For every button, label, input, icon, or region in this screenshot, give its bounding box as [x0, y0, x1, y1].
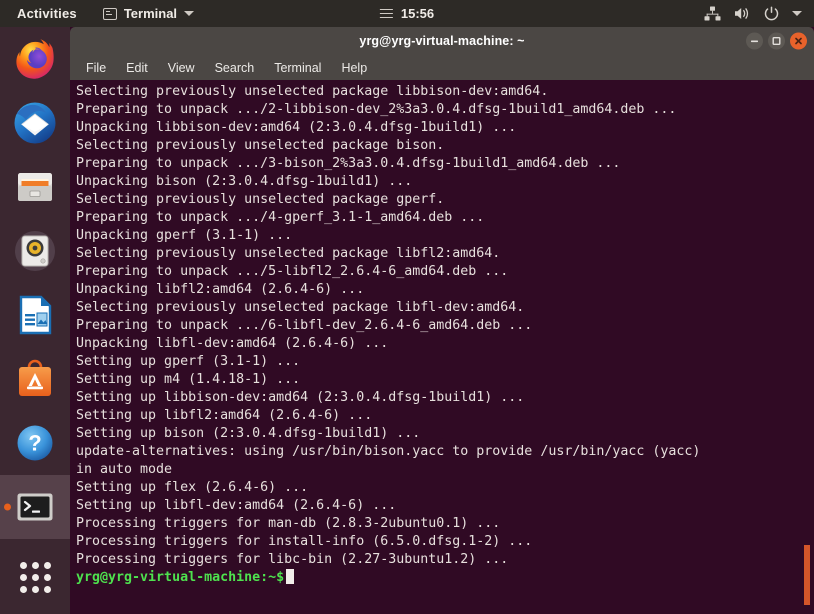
- app-indicator-label: Terminal: [123, 6, 178, 21]
- terminal-line: Selecting previously unselected package …: [76, 246, 501, 261]
- terminal-line: Unpacking libfl-dev:amd64 (2.6.4-6) ...: [76, 336, 389, 351]
- minimize-button[interactable]: [746, 32, 763, 50]
- terminal-line: Preparing to unpack .../5-libfl2_2.6.4-6…: [76, 264, 509, 279]
- terminal-line: in auto mode: [76, 462, 173, 477]
- terminal-line: Selecting previously unselected package …: [76, 84, 549, 99]
- menu-view[interactable]: View: [164, 59, 199, 77]
- help-question-icon: ?: [17, 425, 53, 461]
- terminal-line: Unpacking gperf (3.1-1) ...: [76, 228, 293, 243]
- document-writer-icon: [19, 295, 52, 335]
- firefox-icon: [16, 39, 54, 79]
- activities-button[interactable]: Activities: [17, 6, 77, 21]
- power-icon[interactable]: [764, 6, 779, 21]
- app-grid-icon: [17, 559, 53, 595]
- dock-item-libreoffice[interactable]: [0, 283, 70, 347]
- svg-text:?: ?: [28, 431, 41, 456]
- terminal-prompt-line[interactable]: yrg@yrg-virtual-machine:~$: [76, 569, 796, 587]
- dock-item-rhythmbox[interactable]: [0, 219, 70, 283]
- terminal-line: Unpacking bison (2:3.0.4.dfsg-1build1) .…: [76, 174, 413, 189]
- shell-prompt: yrg@yrg-virtual-machine:~$: [76, 570, 285, 585]
- terminal-line: Preparing to unpack .../4-gperf_3.1-1_am…: [76, 210, 485, 225]
- clock-menu-button[interactable]: 15:56: [379, 6, 435, 21]
- terminal-line: Processing triggers for libc-bin (2.27-3…: [76, 552, 509, 567]
- terminal-line: Selecting previously unselected package …: [76, 300, 525, 315]
- music-player-icon: [15, 231, 55, 271]
- scrollbar-thumb[interactable]: [804, 545, 810, 605]
- software-bag-icon: [19, 359, 51, 396]
- menu-search[interactable]: Search: [211, 59, 259, 77]
- terminal-line: Setting up m4 (1.4.18-1) ...: [76, 372, 301, 387]
- terminal-window: yrg@yrg-virtual-machine: ~ File Edit Vie…: [70, 27, 814, 614]
- terminal-menubar: File Edit View Search Terminal Help: [70, 55, 814, 80]
- terminal-line: Preparing to unpack .../2-libbison-dev_2…: [76, 102, 677, 117]
- terminal-text: Selecting previously unselected package …: [76, 83, 796, 587]
- running-indicator: [4, 503, 11, 511]
- maximize-button[interactable]: [768, 32, 785, 50]
- terminal-line: Unpacking libbison-dev:amd64 (2:3.0.4.df…: [76, 120, 517, 135]
- system-status-area[interactable]: [704, 6, 802, 21]
- terminal-line: Setting up libbison-dev:amd64 (2:3.0.4.d…: [76, 390, 525, 405]
- network-workgroup-icon[interactable]: [704, 6, 721, 21]
- terminal-line: Processing triggers for install-info (6.…: [76, 534, 533, 549]
- activities-label: Activities: [17, 6, 77, 21]
- chevron-down-icon[interactable]: [792, 11, 802, 16]
- terminal-line: Selecting previously unselected package …: [76, 138, 445, 153]
- dock-item-help[interactable]: ?: [0, 411, 70, 475]
- terminal-line: Selecting previously unselected package …: [76, 192, 445, 207]
- clock-time: 15:56: [400, 6, 435, 21]
- terminal-line: update-alternatives: using /usr/bin/biso…: [76, 444, 701, 459]
- dock-item-terminal[interactable]: [0, 475, 70, 539]
- terminal-line: Preparing to unpack .../3-bison_2%3a3.0.…: [76, 156, 621, 171]
- show-applications-button[interactable]: [0, 545, 70, 609]
- menu-help[interactable]: Help: [337, 59, 371, 77]
- file-manager-icon: [18, 173, 52, 201]
- dock-item-ubuntu-software[interactable]: [0, 347, 70, 411]
- terminal-line: Setting up libfl2:amd64 (2.6.4-6) ...: [76, 408, 373, 423]
- window-controls: [746, 32, 807, 50]
- thunderbird-icon: [14, 102, 56, 144]
- terminal-line: Setting up flex (2.6.4-6) ...: [76, 480, 309, 495]
- menu-edit[interactable]: Edit: [122, 59, 152, 77]
- dock-item-files[interactable]: [0, 155, 70, 219]
- terminal-line: Preparing to unpack .../6-libfl-dev_2.6.…: [76, 318, 533, 333]
- terminal-icon: [17, 493, 53, 521]
- terminal-line: Processing triggers for man-db (2.8.3-2u…: [76, 516, 501, 531]
- desktop-screen: Activities Terminal 15:56 ? yrg@yrg-virt…: [0, 0, 814, 614]
- window-title: yrg@yrg-virtual-machine: ~: [359, 34, 525, 48]
- terminal-line: Setting up bison (2:3.0.4.dfsg-1build1) …: [76, 426, 421, 441]
- terminal-icon: [102, 7, 117, 20]
- window-titlebar[interactable]: yrg@yrg-virtual-machine: ~: [70, 27, 814, 55]
- hamburger-icon: [379, 8, 393, 19]
- terminal-output-area[interactable]: Selecting previously unselected package …: [70, 80, 814, 614]
- terminal-line: Unpacking libfl2:amd64 (2.6.4-6) ...: [76, 282, 365, 297]
- dock-item-firefox[interactable]: [0, 27, 70, 91]
- ubuntu-dock: ?: [0, 27, 70, 614]
- volume-speaker-icon[interactable]: [734, 6, 751, 21]
- menu-file[interactable]: File: [82, 59, 110, 77]
- terminal-line: Setting up gperf (3.1-1) ...: [76, 354, 301, 369]
- app-indicator-terminal[interactable]: Terminal: [102, 6, 195, 21]
- terminal-scrollbar[interactable]: [800, 80, 814, 614]
- gnome-top-bar: Activities Terminal 15:56: [0, 0, 814, 27]
- text-cursor: [286, 569, 295, 584]
- dock-item-thunderbird[interactable]: [0, 91, 70, 155]
- menu-terminal[interactable]: Terminal: [270, 59, 325, 77]
- close-button[interactable]: [790, 32, 807, 50]
- chevron-down-icon: [184, 11, 195, 16]
- terminal-line: Setting up libfl-dev:amd64 (2.6.4-6) ...: [76, 498, 397, 513]
